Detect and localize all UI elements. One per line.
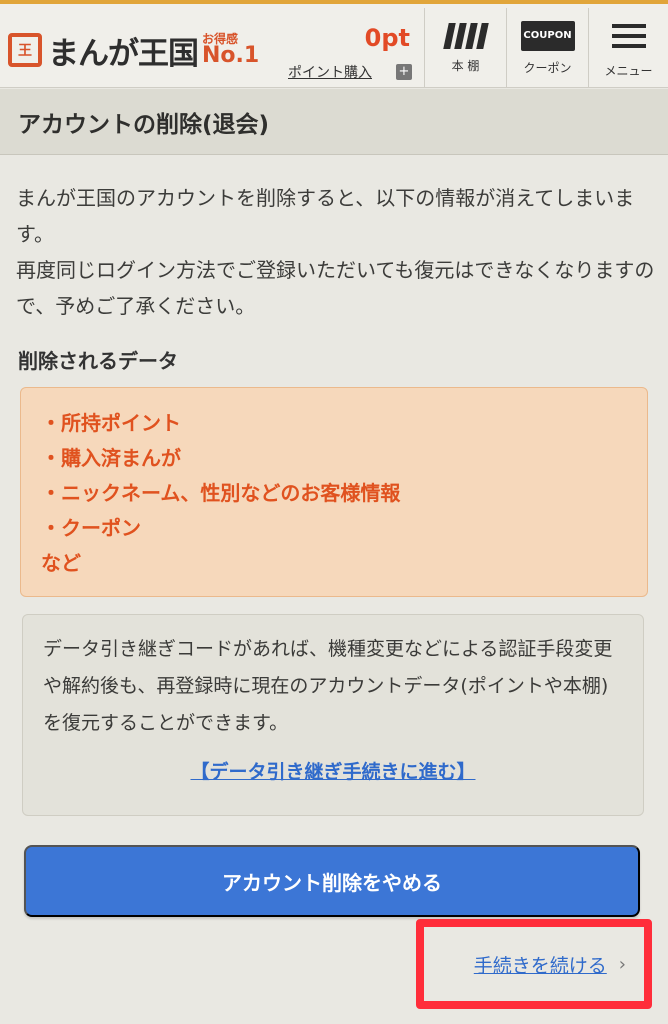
transfer-info-box: データ引き継ぎコードがあれば、機種変更などによる認証手段変更や解約後も、再登録時…	[22, 614, 644, 816]
nav-menu[interactable]: メニュー	[588, 8, 668, 88]
page-title-bar: アカウントの削除(退会)	[0, 89, 668, 155]
page-title: アカウントの削除(退会)	[18, 111, 270, 138]
nav-coupon-label: クーポン	[523, 60, 572, 75]
buy-points-link[interactable]: ポイント購入	[288, 62, 372, 82]
bookshelf-icon	[442, 22, 489, 49]
site-header: 王 まんが王国 お得感 No.1 0pt ポイント購入 + 本 棚 COUPON…	[0, 4, 668, 88]
points-area: 0pt ポイント購入 +	[284, 18, 416, 84]
nav-bookshelf[interactable]: 本 棚	[424, 8, 506, 88]
intro-text: まんが王国のアカウントを削除すると、以下の情報が消えてしまいます。 再度同じログ…	[16, 180, 656, 324]
deleted-data-heading: 削除されるデータ	[18, 349, 178, 373]
nav-menu-label: メニュー	[604, 63, 653, 78]
intro-line-1: まんが王国のアカウントを削除すると、以下の情報が消えてしまいます。	[16, 186, 635, 246]
plus-icon[interactable]: +	[396, 64, 412, 80]
continue-procedure-highlight: 手続きを続ける ›	[416, 919, 652, 1009]
nav-coupon[interactable]: COUPON クーポン	[506, 8, 588, 88]
coupon-icon: COUPON	[520, 20, 575, 51]
deleted-item: ・購入済まんが	[41, 446, 181, 470]
site-logo[interactable]: 王 まんが王国 お得感 No.1	[8, 28, 259, 72]
intro-line-2: 再度同じログイン方法でご登録いただいても復元はできなくなりますので、予めご了承く…	[16, 258, 655, 318]
transfer-note: データ引き継ぎコードがあれば、機種変更などによる認証手段変更や解約後も、再登録時…	[43, 638, 613, 734]
logo-mark-icon: 王	[8, 33, 42, 67]
cancel-deletion-button[interactable]: アカウント削除をやめる	[24, 845, 640, 917]
logo-badge: お得感 No.1	[202, 33, 259, 67]
menu-icon	[611, 18, 646, 54]
deleted-item-etc: など	[41, 551, 81, 575]
points-value: 0pt	[364, 24, 410, 52]
logo-text: まんが王国	[48, 35, 199, 72]
deleted-item: ・所持ポイント	[41, 411, 181, 435]
deleted-data-box: ・所持ポイント ・購入済まんが ・ニックネーム、性別などのお客様情報 ・クーポン…	[20, 387, 648, 597]
chevron-right-icon: ›	[618, 953, 626, 975]
deleted-item: ・クーポン	[41, 516, 141, 540]
deleted-item: ・ニックネーム、性別などのお客様情報	[41, 481, 401, 505]
nav-bookshelf-label: 本 棚	[451, 58, 480, 73]
logo-badge-big: No.1	[202, 43, 260, 68]
continue-procedure-link[interactable]: 手続きを続ける	[474, 951, 607, 978]
transfer-procedure-link[interactable]: 【データ引き継ぎ手続きに進む】	[43, 754, 623, 791]
